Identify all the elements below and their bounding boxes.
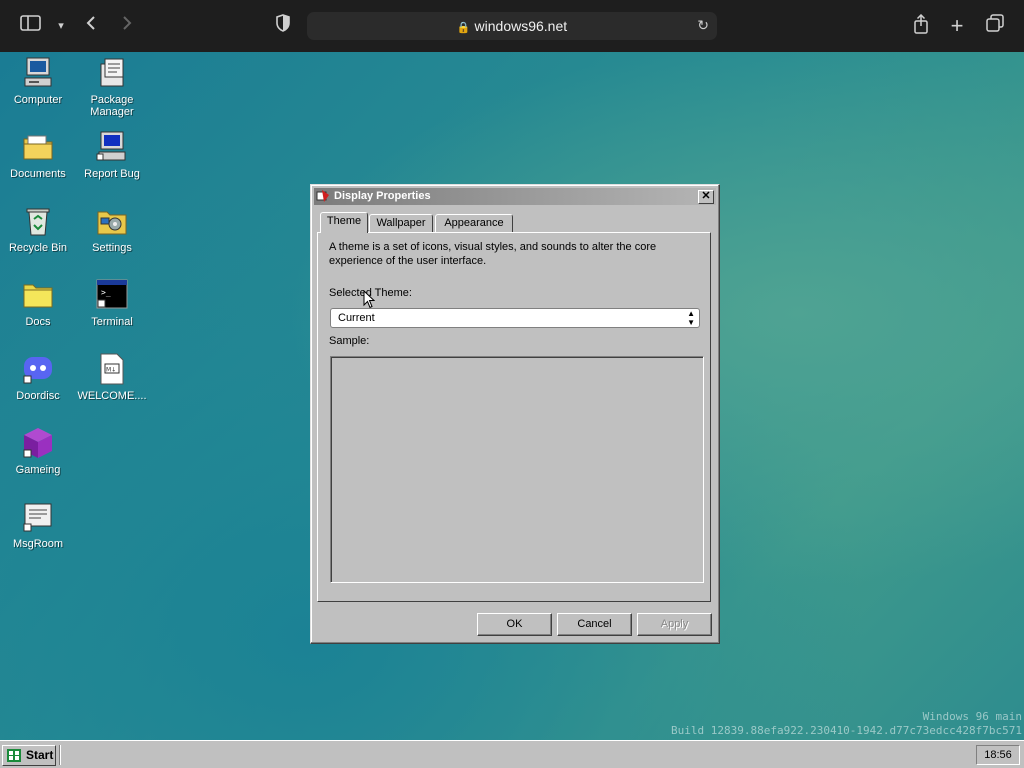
desktop-icon-gameing[interactable]: Gameing xyxy=(2,426,74,476)
theme-select[interactable]: Current ▲ ▼ xyxy=(330,308,700,328)
ok-button[interactable]: OK xyxy=(477,613,552,636)
close-button[interactable]: ✕ xyxy=(698,190,714,204)
tab-wallpaper[interactable]: Wallpaper xyxy=(369,214,433,232)
mouse-cursor-icon xyxy=(363,289,376,309)
desktop-icon-label: MsgRoom xyxy=(12,538,64,550)
lock-icon: 🔒 xyxy=(456,22,471,34)
taskbar: Start 18:56 xyxy=(0,740,1024,768)
desktop-icon-settings[interactable]: Settings xyxy=(76,204,148,254)
theme-description: A theme is a set of icons, visual styles… xyxy=(329,241,657,267)
desktop-icon-documents[interactable]: Documents xyxy=(2,130,74,180)
apply-button[interactable]: Apply xyxy=(637,613,712,636)
cube-icon xyxy=(21,426,55,460)
address-bar[interactable]: 🔒 windows96.net ↻ xyxy=(307,12,717,40)
privacy-shield-icon[interactable] xyxy=(270,14,296,38)
forward-icon[interactable] xyxy=(114,14,140,38)
display-properties-icon xyxy=(316,189,330,203)
svg-text:>_: >_ xyxy=(101,288,111,297)
theme-sample-preview xyxy=(330,356,704,583)
display-properties-window: Display Properties ✕ Theme Wallpaper App… xyxy=(310,184,720,644)
desktop-icon-label: Doordisc xyxy=(16,390,60,402)
tabs-overview-icon[interactable] xyxy=(982,14,1008,38)
desktop-icon-label: WELCOME.... xyxy=(77,390,147,402)
theme-tab-panel: A theme is a set of icons, visual styles… xyxy=(317,232,711,602)
msgroom-icon xyxy=(21,500,55,534)
desktop-icon-label: Gameing xyxy=(15,464,61,476)
watermark-line: Windows 96 main xyxy=(922,710,1022,723)
start-button[interactable]: Start xyxy=(2,745,56,766)
desktop-icon-msgroom[interactable]: MsgRoom xyxy=(2,500,74,550)
report-bug-icon xyxy=(95,130,129,164)
folder-icon xyxy=(21,278,55,312)
terminal-icon: >_ xyxy=(95,278,129,312)
desktop-icon-label: Package Manager xyxy=(90,94,134,118)
theme-select-value: Current xyxy=(338,312,375,324)
window-title: Display Properties xyxy=(334,190,431,202)
desktop-icon-label: Recycle Bin xyxy=(8,242,68,254)
build-watermark: Windows 96 main Build 12839.88efa922.230… xyxy=(671,710,1022,738)
sidebar-toggle-icon[interactable] xyxy=(18,14,44,38)
sample-label: Sample: xyxy=(329,335,370,347)
desktop-icon-label: Computer xyxy=(13,94,63,106)
desktop-icon-label: Docs xyxy=(25,316,51,328)
cancel-button[interactable]: Cancel xyxy=(557,613,632,636)
desktop-icon-label: Report Bug xyxy=(84,168,140,180)
desktop-icon-package-manager[interactable]: Package Manager xyxy=(76,56,148,118)
back-icon[interactable] xyxy=(78,14,104,38)
desktop-icon-computer[interactable]: Computer xyxy=(2,56,74,106)
desktop-icon-welcome[interactable]: M↓ WELCOME.... xyxy=(76,352,148,402)
share-icon[interactable] xyxy=(908,13,934,38)
doordisc-icon xyxy=(21,352,55,386)
window-titlebar[interactable]: Display Properties ✕ xyxy=(314,188,716,205)
new-tab-icon[interactable]: + xyxy=(944,14,970,38)
start-logo-icon xyxy=(7,749,21,762)
desktop-icon-terminal[interactable]: >_ Terminal xyxy=(76,278,148,328)
recycle-bin-icon xyxy=(21,204,55,238)
taskbar-separator xyxy=(59,745,61,765)
desktop-icon-recycle-bin[interactable]: Recycle Bin xyxy=(2,204,74,254)
taskbar-clock[interactable]: 18:56 xyxy=(976,745,1020,765)
chevron-down-icon[interactable]: ▾ xyxy=(48,14,74,38)
package-manager-icon xyxy=(95,56,129,90)
folder-icon xyxy=(21,130,55,164)
desktop-icon-doordisc[interactable]: Doordisc xyxy=(2,352,74,402)
tab-theme[interactable]: Theme xyxy=(320,212,368,233)
desktop-icon-label: Terminal xyxy=(91,316,133,328)
svg-text:M↓: M↓ xyxy=(106,367,116,374)
url-text: windows96.net xyxy=(474,18,568,34)
start-label: Start xyxy=(26,748,54,762)
select-arrows-icon: ▲ ▼ xyxy=(687,309,695,327)
browser-toolbar: ▾ 🔒 windows96.net ↻ + xyxy=(0,0,1024,52)
desktop-icon-label: Documents xyxy=(10,168,66,180)
desktop-icon-docs[interactable]: Docs xyxy=(2,278,74,328)
markdown-file-icon: M↓ xyxy=(95,352,129,386)
watermark-line: Build 12839.88efa922.230410-1942.d77c73e… xyxy=(671,724,1022,737)
desktop-icon-label: Settings xyxy=(92,242,132,254)
tab-appearance[interactable]: Appearance xyxy=(435,214,513,232)
reload-icon[interactable]: ↻ xyxy=(697,17,709,34)
desktop-icon-report-bug[interactable]: Report Bug xyxy=(76,130,148,180)
computer-icon xyxy=(21,56,55,90)
settings-icon xyxy=(95,204,129,238)
